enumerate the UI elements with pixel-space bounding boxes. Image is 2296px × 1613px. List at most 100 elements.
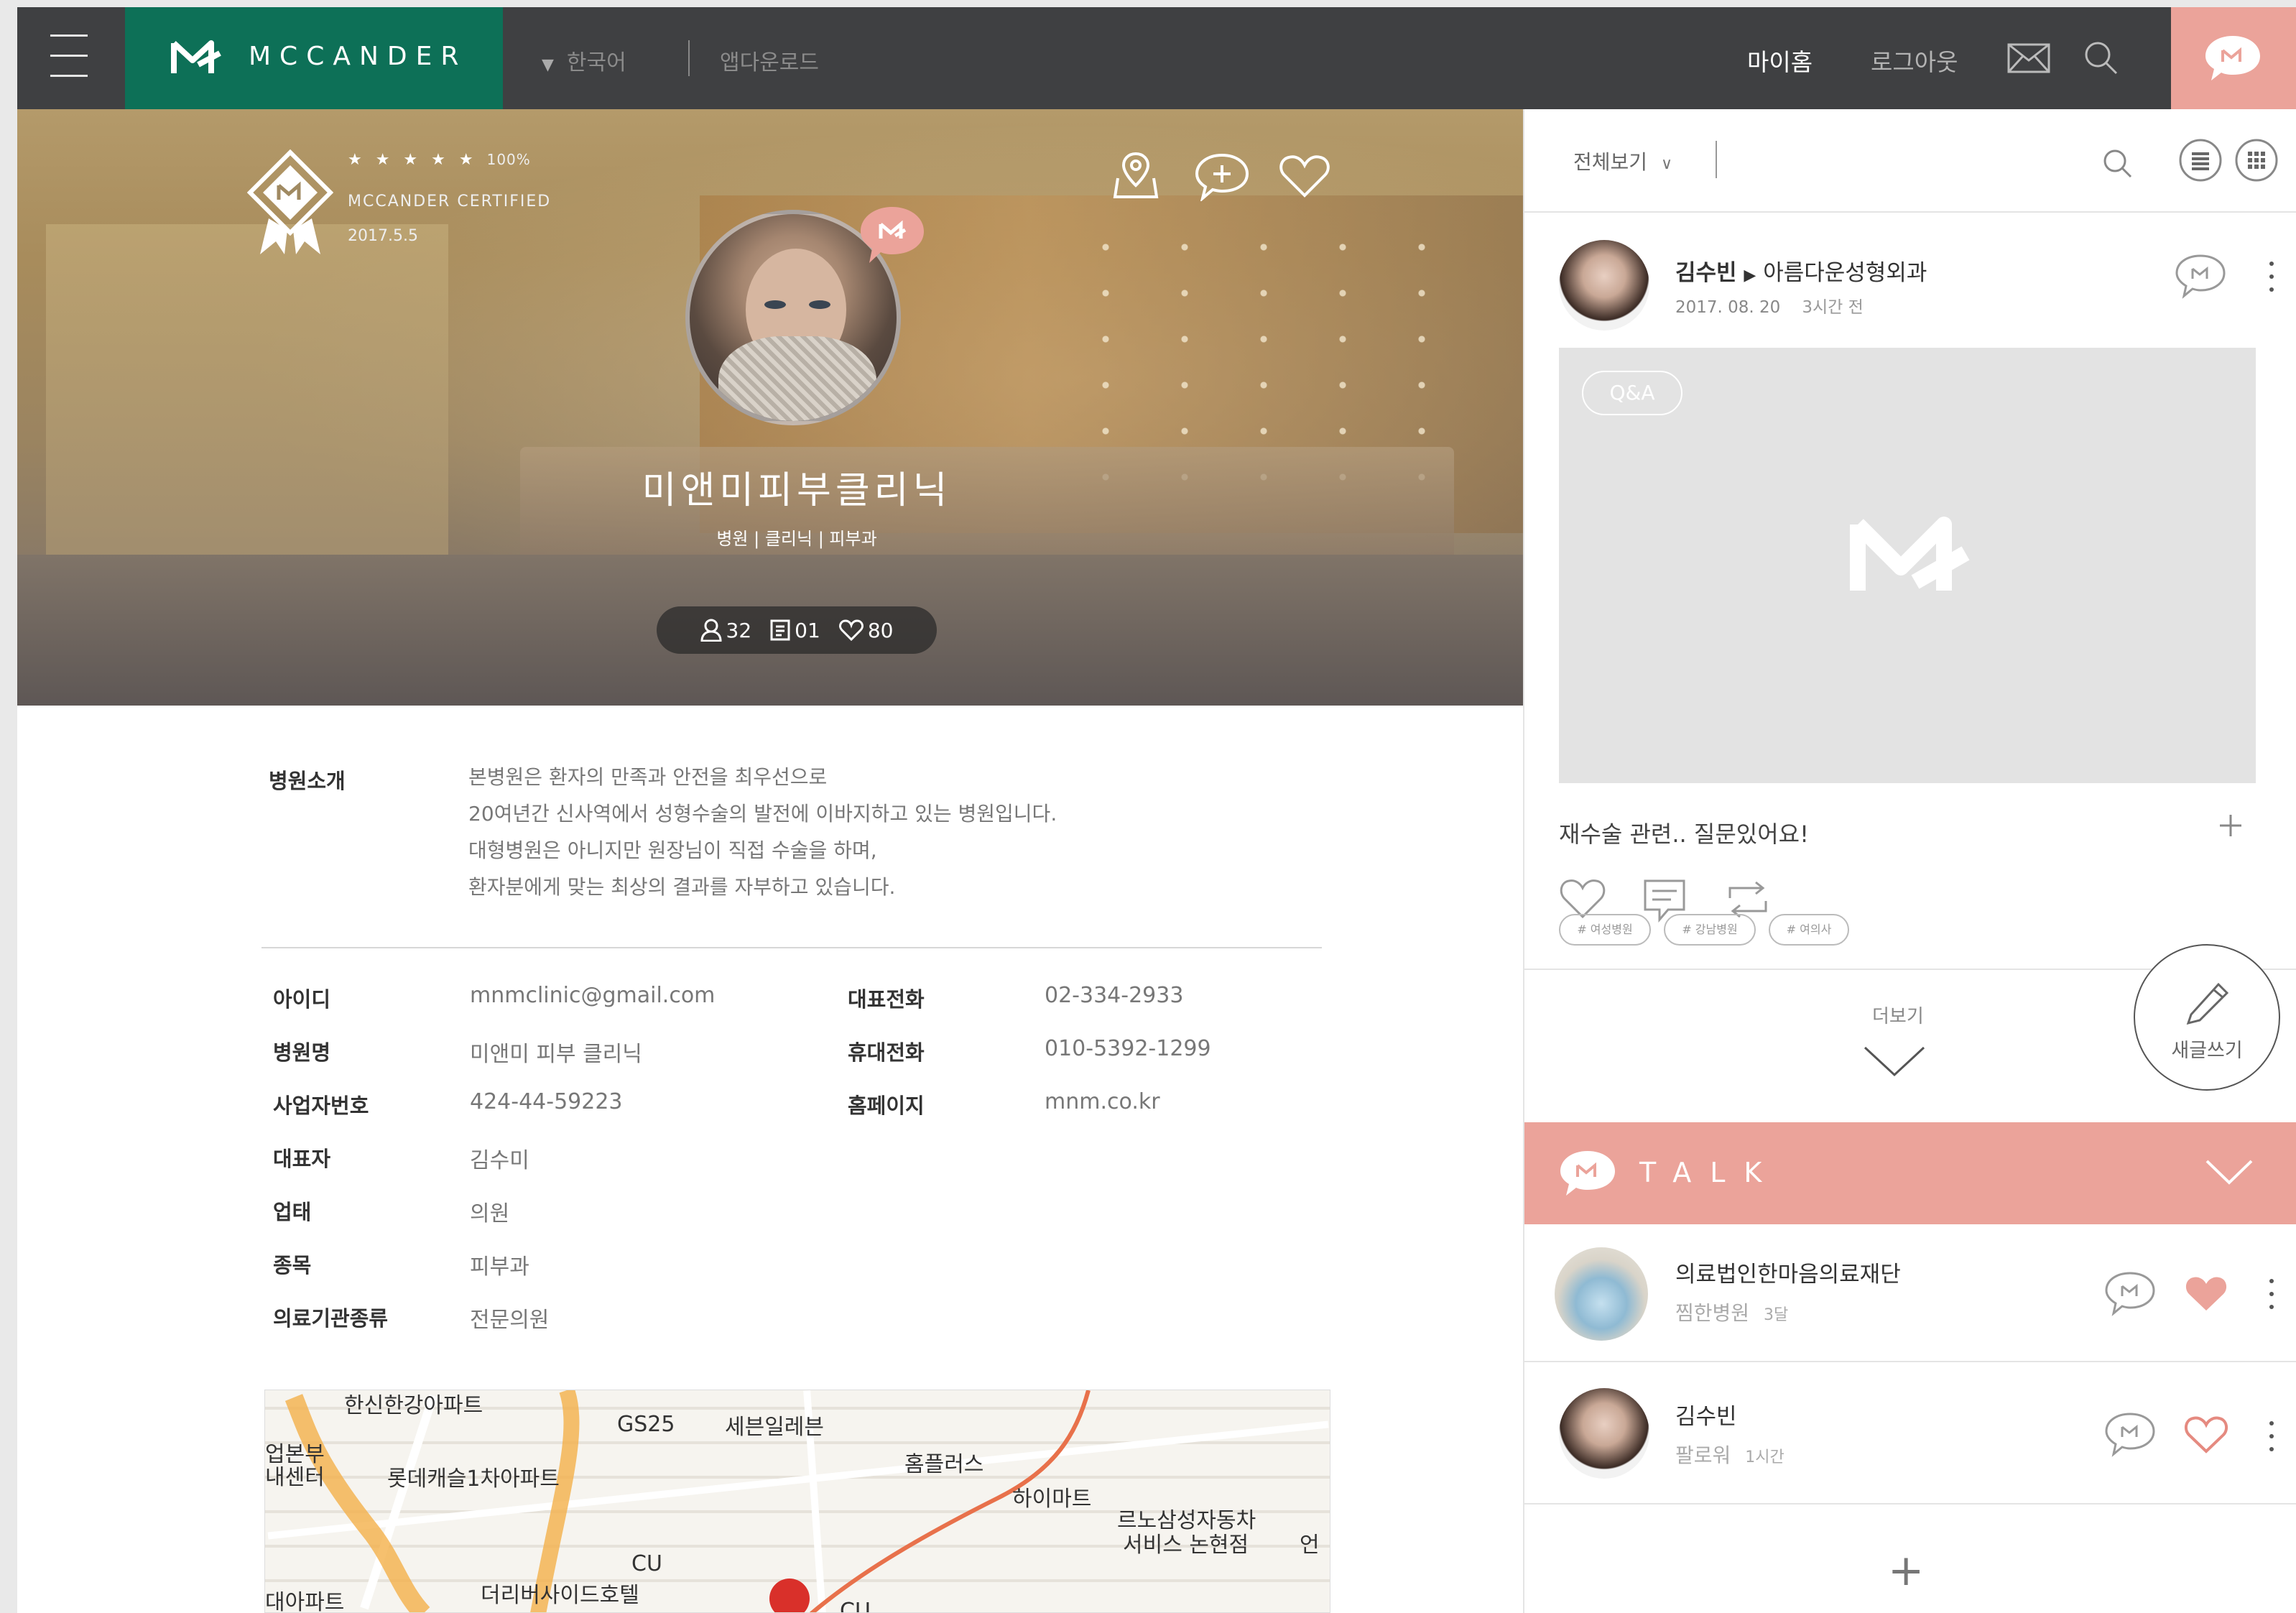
search-icon[interactable] [2102, 148, 2134, 180]
clinic-cover-image: ★ ★ ★ ★ ★ 100% MCCANDER CERTIFIED 2017.5… [17, 109, 1523, 706]
logout-link[interactable]: 로그아웃 [1871, 43, 1958, 78]
more-options-icon[interactable] [2267, 262, 2276, 300]
brand-logo[interactable]: MCCANDER [125, 7, 503, 109]
post-header: 김수빈 ▶ 아름다운성형외과 [1675, 254, 1927, 287]
intro-line: 본병원은 환자의 만족과 안전을 최우선으로 [468, 765, 828, 789]
brand-name: MCCANDER [249, 42, 468, 71]
language-label: 한국어 [566, 50, 626, 75]
homepage-link[interactable]: mnm.co.kr [1045, 1089, 1160, 1114]
intro-line: 대형병원은 아니지만 원장님이 직접 수술을 하며, [468, 838, 877, 862]
post-image[interactable]: Q&A [1559, 348, 2256, 783]
post-title[interactable]: 재수술 관련.. 질문있어요! [1559, 816, 1809, 849]
app-download-link[interactable]: 앱다운로드 [720, 45, 819, 76]
map-label: CU [631, 1551, 662, 1576]
post-ago: 3시간 전 [1802, 298, 1864, 317]
map-label: 대아파트 [265, 1590, 345, 1613]
chevron-down-icon[interactable] [1862, 1043, 1927, 1079]
talk-item-sub: 팔로워 [1675, 1443, 1731, 1467]
divider [261, 947, 1322, 948]
talk-item-avatar[interactable] [1559, 1388, 1649, 1479]
avatar-eye [764, 300, 786, 309]
map-label: GS25 [617, 1412, 675, 1437]
likes-count: 80 [867, 618, 894, 642]
list-view-icon[interactable] [2178, 138, 2223, 182]
load-more-label[interactable]: 더보기 [1872, 1002, 1924, 1028]
followers-stat[interactable]: 32 [700, 618, 752, 642]
map-label: 하이마트 [1012, 1487, 1092, 1512]
filter-dropdown[interactable]: 전체보기 ∨ [1573, 147, 1672, 175]
person-icon [700, 619, 722, 642]
document-icon [770, 619, 790, 641]
detail-label: 홈페이지 [848, 1094, 925, 1118]
map-label: 세븐일레븐 [725, 1415, 824, 1440]
talk-title: TALK [1639, 1157, 1781, 1188]
talk-item-name[interactable]: 의료법인한마음의료재단 [1675, 1256, 1901, 1288]
post-author-avatar[interactable] [1559, 240, 1649, 331]
talk-item-name[interactable]: 김수빈 [1675, 1398, 1737, 1431]
talk-item-time: 1시간 [1745, 1448, 1785, 1466]
hashtag[interactable]: # 강남병원 [1664, 914, 1756, 946]
intro-label: 병원소개 [269, 769, 346, 793]
followers-count: 32 [726, 618, 752, 642]
rating-percent: 100% [486, 151, 531, 168]
talk-item-avatar[interactable] [1555, 1247, 1648, 1341]
add-comment-icon[interactable] [1194, 152, 1250, 201]
my-home-link[interactable]: 마이홈 [1747, 43, 1813, 78]
phone-value[interactable]: 02-334-2933 [1045, 983, 1183, 1008]
intro-line: 20여년간 신사역에서 성형수술의 발전에 이바지하고 있는 병원입니다. [468, 802, 1057, 826]
avatar-scarf [718, 336, 876, 421]
detail-label: 대표전화 [848, 987, 925, 1012]
detail-value: 김수미 [470, 1148, 529, 1173]
map-label: 홈플러스 [904, 1452, 984, 1477]
talk-item-meta: 찜한병원 3달 [1675, 1298, 1788, 1326]
hashtag[interactable]: # 여성병원 [1559, 914, 1651, 946]
divider [1524, 1503, 2296, 1505]
menu-icon[interactable] [36, 32, 88, 83]
chat-bubble-icon [2205, 36, 2260, 80]
hashtag[interactable]: # 여의사 [1769, 914, 1849, 946]
detail-value: 피부과 [470, 1254, 529, 1280]
certified-date: 2017.5.5 [348, 227, 418, 245]
post-date: 2017. 08. 20 [1675, 298, 1781, 317]
posts-stat[interactable]: 01 [770, 619, 820, 642]
mail-icon[interactable] [2007, 43, 2050, 73]
more-options-icon[interactable] [2267, 1421, 2276, 1460]
mccander-placeholder-icon [1850, 517, 1970, 591]
search-icon[interactable] [2083, 40, 2119, 76]
mccander-logo-icon [171, 40, 221, 73]
chat-bubble-icon[interactable] [2174, 253, 2227, 299]
more-options-icon[interactable] [2267, 1279, 2276, 1318]
expand-plus-icon[interactable] [2218, 813, 2243, 838]
heart-filled-icon[interactable] [2184, 1275, 2228, 1313]
chevron-down-icon[interactable] [2204, 1158, 2254, 1187]
post-meta: 2017. 08. 20 3시간 전 [1675, 293, 1864, 318]
detail-label: 업태 [273, 1200, 312, 1224]
detail-label: 병원명 [273, 1040, 331, 1065]
detail-value: 424-44-59223 [470, 1089, 623, 1114]
write-post-label: 새글쓰기 [2171, 1040, 2243, 1062]
heart-outline-icon[interactable] [2184, 1415, 2228, 1454]
map-pin-icon[interactable] [1112, 149, 1159, 200]
language-selector[interactable]: ▼ 한국어 [542, 45, 626, 76]
talk-item-time: 3달 [1764, 1306, 1789, 1324]
post-author[interactable]: 김수빈 [1675, 260, 1737, 286]
mobile-value[interactable]: 010-5392-1299 [1045, 1036, 1211, 1061]
divider [1716, 141, 1717, 178]
heart-icon[interactable] [1279, 154, 1330, 198]
chat-bubble-icon[interactable] [2103, 1411, 2157, 1457]
likes-stat[interactable]: 80 [838, 618, 894, 642]
talk-section-header[interactable]: TALK [1524, 1122, 2296, 1224]
talk-toggle-button[interactable] [2171, 7, 2296, 109]
pencil-icon [2186, 982, 2229, 1025]
chat-bubble-icon[interactable] [2103, 1270, 2157, 1316]
grid-view-icon[interactable] [2234, 138, 2279, 182]
intro-line: 환자분에게 맞는 최상의 결과를 자부하고 있습니다. [468, 875, 896, 899]
add-talk-button[interactable]: + [1888, 1549, 1924, 1592]
post-target[interactable]: 아름다운성형외과 [1763, 260, 1927, 286]
chevron-down-icon: ∨ [1660, 155, 1673, 173]
write-post-button[interactable]: 새글쓰기 [2134, 944, 2280, 1091]
dropdown-triangle-icon: ▼ [542, 56, 554, 74]
location-map[interactable]: 한신한강아파트 GS25 세븐일레븐 업본부 내센터 롯데캐슬1차아파트 홈플러… [264, 1390, 1330, 1613]
divider [1524, 1361, 2296, 1362]
divider [1524, 211, 2296, 213]
